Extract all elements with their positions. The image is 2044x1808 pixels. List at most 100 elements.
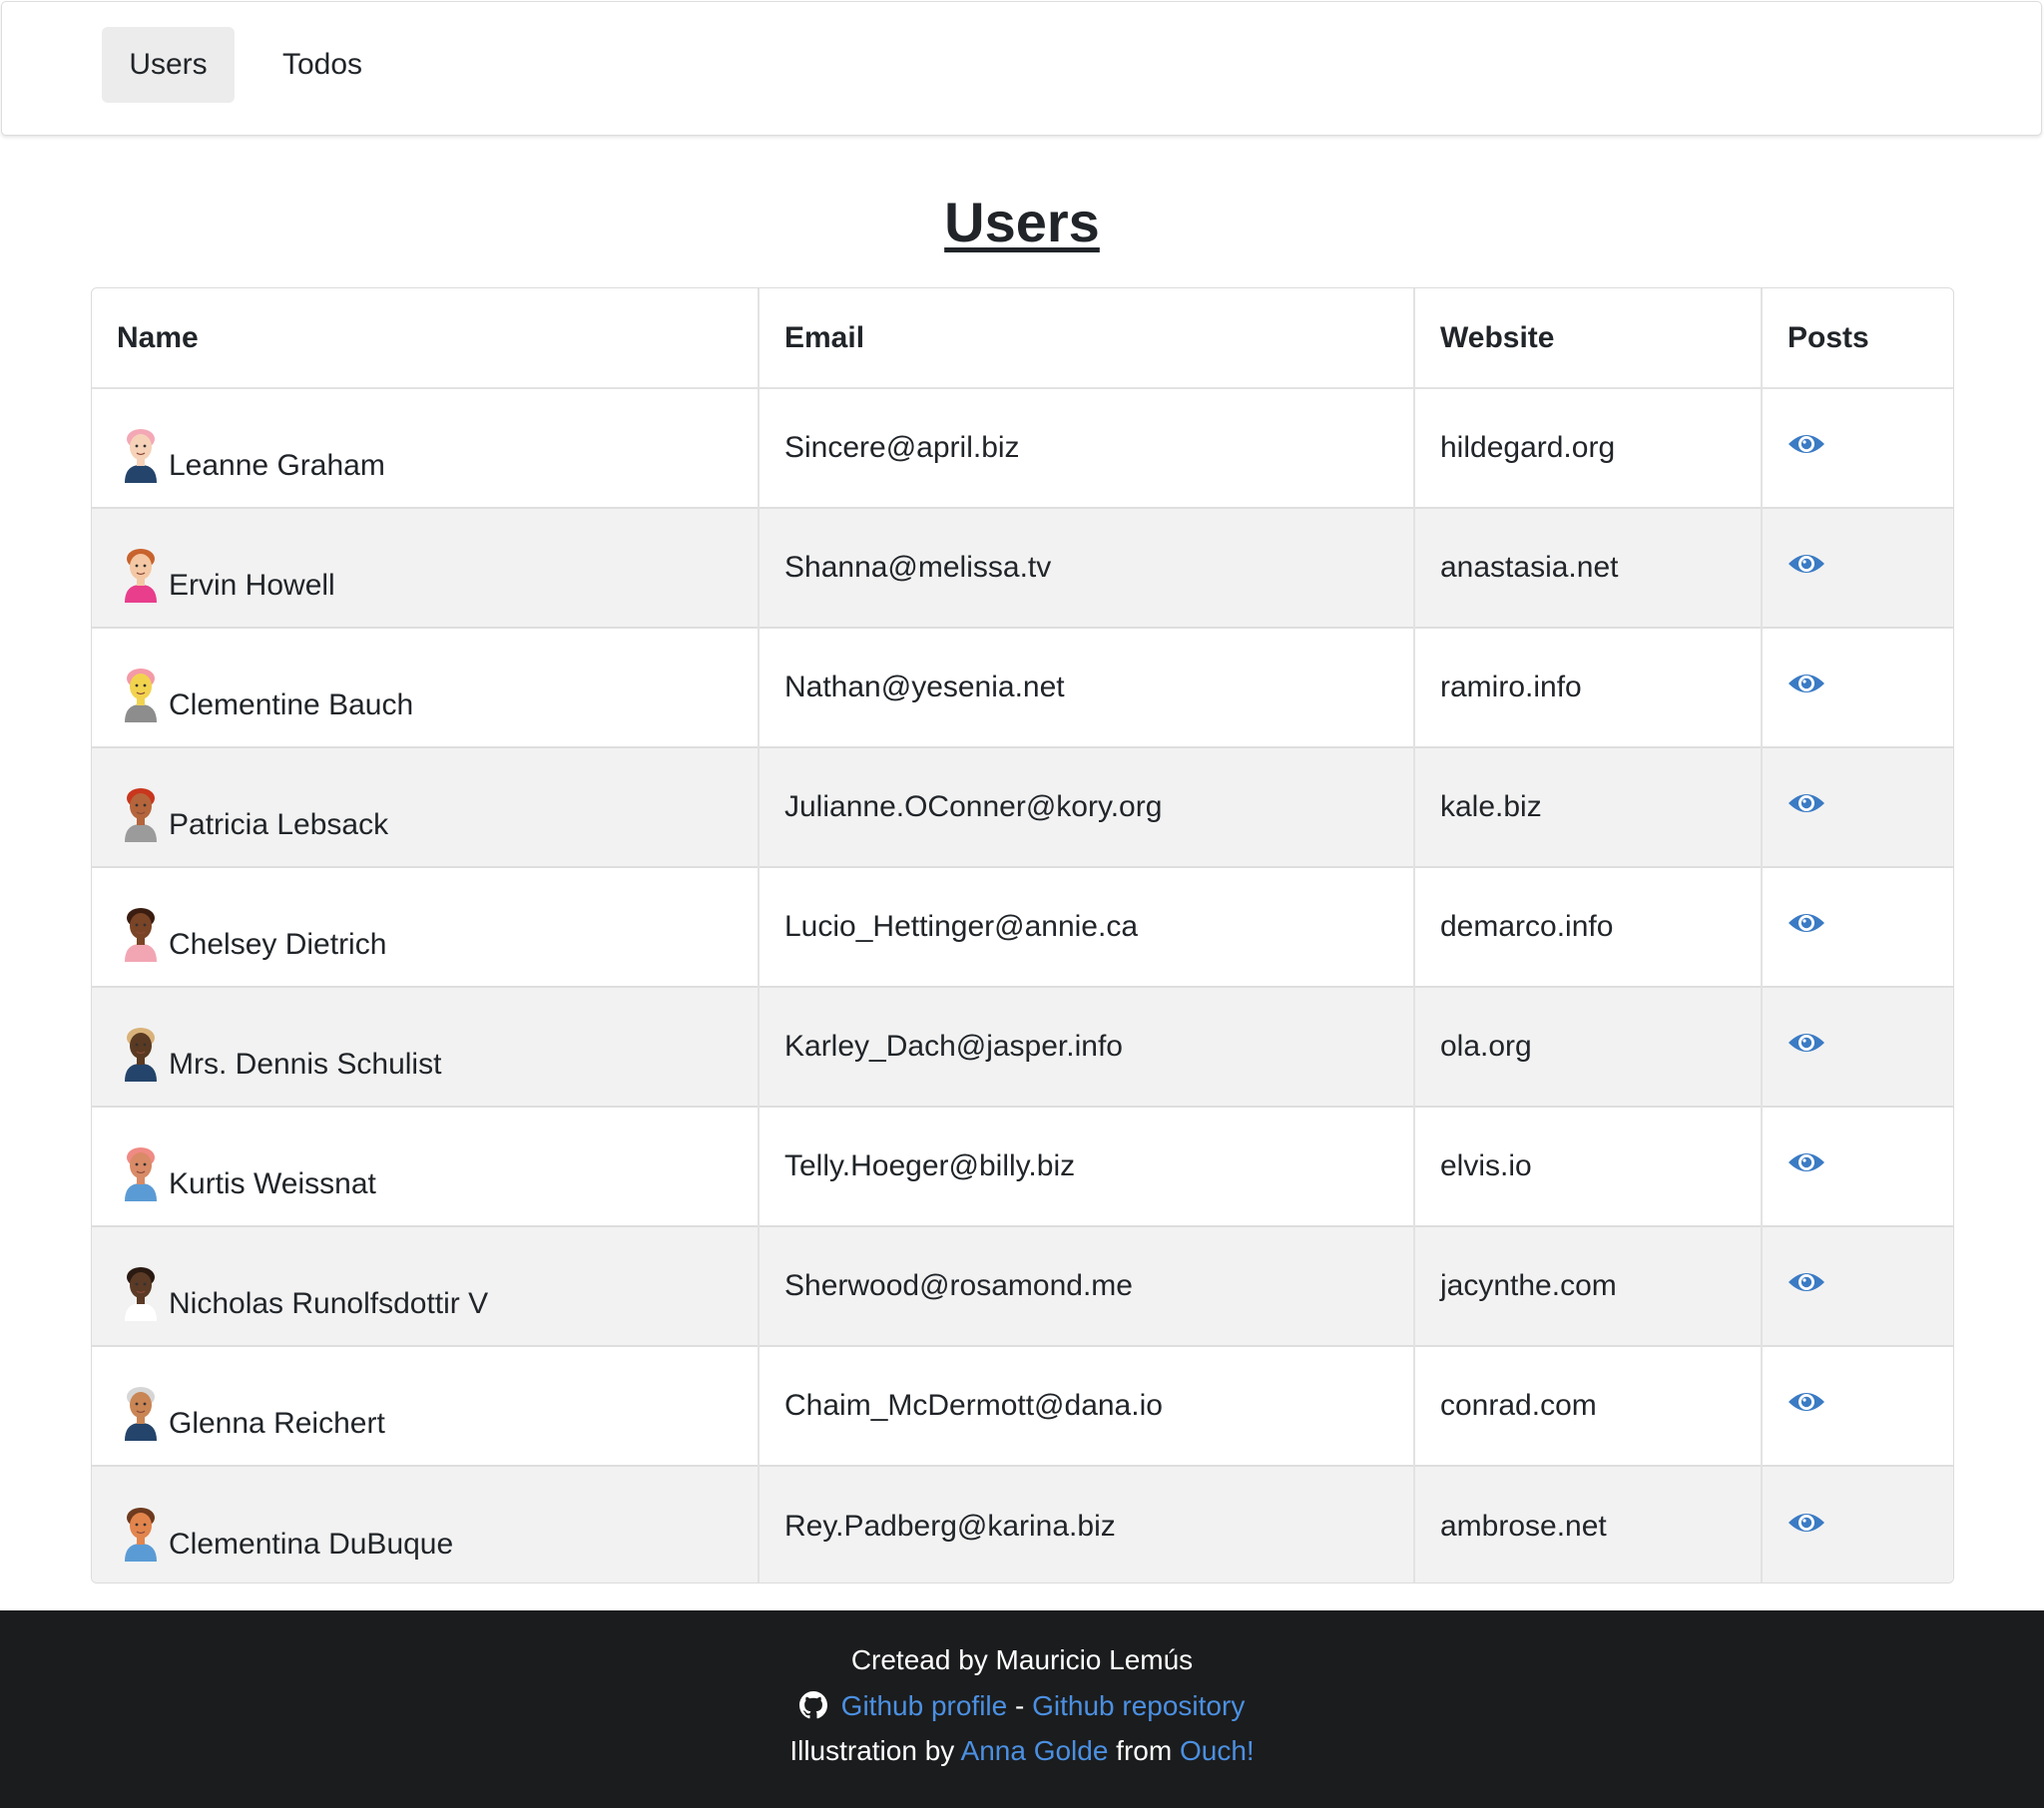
name-cell: Clementina DuBuque [92,1466,760,1582]
eye-icon[interactable] [1788,1029,1825,1057]
column-header-name: Name [92,288,760,389]
user-name: Mrs. Dennis Schulist [169,1048,442,1081]
table-row: Chelsey Dietrich Lucio_Hettinger@annie.ca… [92,867,1953,987]
user-name: Chelsey Dietrich [169,928,387,961]
user-email: Julianne.OConner@kory.org [759,747,1415,867]
posts-cell [1762,508,1953,628]
name-cell: Ervin Howell [92,508,760,628]
name-cell: Nicholas Runolfsdottir V [92,1226,760,1346]
nav-users[interactable]: Users [102,27,235,103]
footer-separator: - [1007,1690,1033,1721]
user-email: Shanna@melissa.tv [759,508,1415,628]
table-row: Clementine Bauch Nathan@yesenia.net ramiro… [92,628,1953,747]
posts-cell [1762,1107,1953,1226]
top-navbar: Users Todos [1,1,2042,136]
nav-todos[interactable]: Todos [259,27,385,103]
posts-cell [1762,1466,1953,1582]
user-name: Clementine Bauch [169,688,414,721]
user-name: Ervin Howell [169,569,335,602]
table-row: Kurtis Weissnat Telly.Hoeger@billy.biz elv… [92,1107,1953,1226]
github-repository-link[interactable]: Github repository [1032,1690,1245,1721]
from-text: from [1108,1735,1180,1766]
eye-icon[interactable] [1788,1388,1825,1416]
eye-icon[interactable] [1788,430,1825,458]
illustrator-link[interactable]: Anna Golde [961,1735,1109,1766]
posts-cell [1762,747,1953,867]
column-header-email: Email [759,288,1415,389]
table-row: Leanne Graham Sincere@april.biz hildegard.… [92,388,1953,508]
illustration-prefix: Illustration by [789,1735,961,1766]
user-name: Patricia Lebsack [169,808,389,841]
source-link[interactable]: Ouch! [1180,1735,1255,1766]
avatar [119,423,163,483]
user-name: Nicholas Runolfsdottir V [169,1287,489,1320]
user-email: Lucio_Hettinger@annie.ca [759,867,1415,987]
user-email: Telly.Hoeger@billy.biz [759,1107,1415,1226]
table-header-row: Name Email Website Posts [92,288,1953,389]
user-email: Rey.Padberg@karina.biz [759,1466,1415,1582]
user-name: Clementina DuBuque [169,1527,454,1561]
avatar [119,1022,163,1082]
posts-cell [1762,1346,1953,1466]
user-website: ambrose.net [1414,1466,1763,1582]
column-header-website: Website [1414,288,1763,389]
users-table: Name Email Website Posts Leanne Graham Si… [91,287,1954,1583]
user-website: kale.biz [1414,747,1763,867]
posts-cell [1762,1226,1953,1346]
user-name: Leanne Graham [169,449,385,482]
avatar [119,1502,163,1562]
user-website: hildegard.org [1414,388,1763,508]
eye-icon[interactable] [1788,909,1825,937]
name-cell: Patricia Lebsack [92,747,760,867]
avatar [119,543,163,603]
column-header-posts: Posts [1762,288,1953,389]
user-email: Chaim_McDermott@dana.io [759,1346,1415,1466]
footer-illustration-credit: Illustration by Anna Golde from Ouch! [0,1735,2044,1767]
table-row: Clementina DuBuque Rey.Padberg@karina.biz… [92,1466,1953,1582]
page-title: Users [944,191,1100,253]
user-website: jacynthe.com [1414,1226,1763,1346]
avatar [119,1381,163,1441]
user-email: Sincere@april.biz [759,388,1415,508]
user-website: conrad.com [1414,1346,1763,1466]
table-row: Nicholas Runolfsdottir V Sherwood@rosamon… [92,1226,1953,1346]
table-row: Mrs. Dennis Schulist Karley_Dach@jasper.i… [92,987,1953,1107]
posts-cell [1762,628,1953,747]
table-row: Glenna Reichert Chaim_McDermott@dana.io co… [92,1346,1953,1466]
name-cell: Clementine Bauch [92,628,760,747]
github-profile-link[interactable]: Github profile [841,1690,1008,1721]
table-row: Ervin Howell Shanna@melissa.tv anastasia.n… [92,508,1953,628]
eye-icon[interactable] [1788,1148,1825,1176]
name-cell: Chelsey Dietrich [92,867,760,987]
eye-icon[interactable] [1788,789,1825,817]
avatar [119,902,163,962]
table-row: Patricia Lebsack Julianne.OConner@kory.or… [92,747,1953,867]
user-website: elvis.io [1414,1107,1763,1226]
user-website: ola.org [1414,987,1763,1107]
posts-cell [1762,867,1953,987]
name-cell: Glenna Reichert [92,1346,760,1466]
eye-icon[interactable] [1788,1268,1825,1296]
posts-cell [1762,987,1953,1107]
eye-icon[interactable] [1788,670,1825,697]
avatar [119,1141,163,1201]
footer-links: Github profile - Github repository [0,1690,2044,1722]
table-body: Leanne Graham Sincere@april.biz hildegard.… [92,388,1953,1582]
avatar [119,663,163,722]
eye-icon[interactable] [1788,550,1825,578]
name-cell: Kurtis Weissnat [92,1107,760,1226]
avatar [119,782,163,842]
user-website: ramiro.info [1414,628,1763,747]
eye-icon[interactable] [1788,1509,1825,1537]
name-cell: Mrs. Dennis Schulist [92,987,760,1107]
user-name: Glenna Reichert [169,1407,385,1440]
user-website: anastasia.net [1414,508,1763,628]
user-email: Nathan@yesenia.net [759,628,1415,747]
footer-credit: Cretead by Mauricio Lemús [850,1644,1194,1675]
posts-cell [1762,388,1953,508]
name-cell: Leanne Graham [92,388,760,508]
footer: Cretead by Mauricio Lemús Github profile… [0,1610,2044,1808]
github-icon [798,1691,827,1719]
user-website: demarco.info [1414,867,1763,987]
user-email: Karley_Dach@jasper.info [759,987,1415,1107]
